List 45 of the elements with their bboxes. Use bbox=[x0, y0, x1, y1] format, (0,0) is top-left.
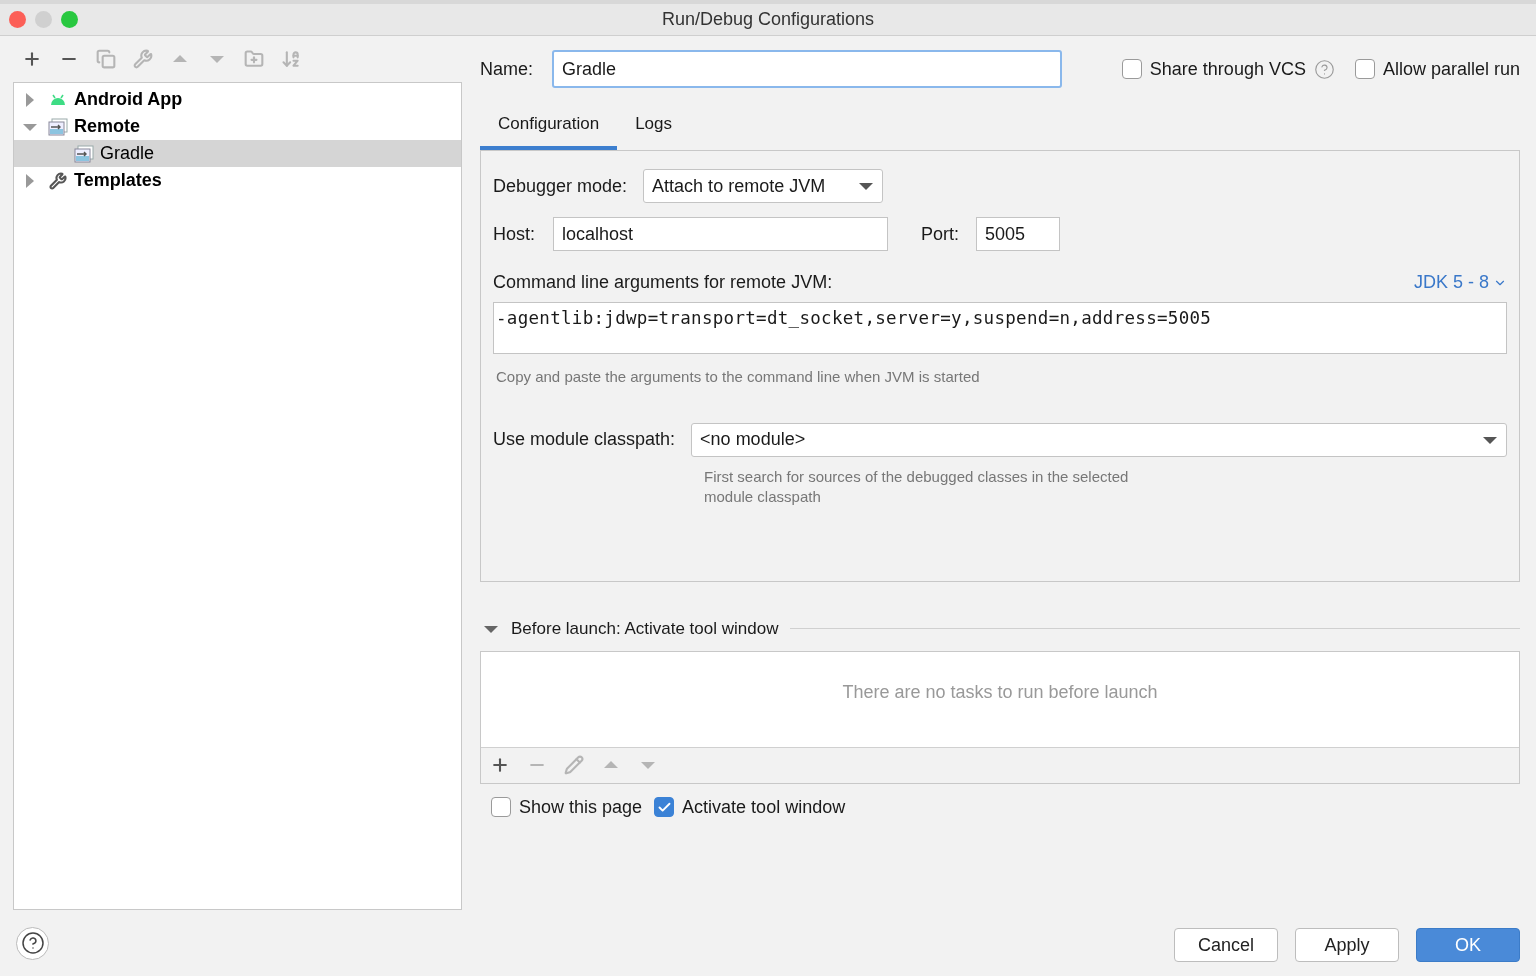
remote-config-icon bbox=[74, 144, 94, 163]
dialog-button[interactable]: Cancel bbox=[1174, 928, 1278, 962]
tab[interactable]: Logs bbox=[617, 102, 690, 150]
window-title: Run/Debug Configurations bbox=[661, 8, 875, 31]
remote-config-icon bbox=[48, 117, 68, 136]
help-icon bbox=[20, 931, 45, 955]
jdk-version-link[interactable]: JDK 5 - 8 bbox=[1413, 269, 1507, 296]
help-icon[interactable] bbox=[1313, 58, 1335, 80]
tab[interactable]: Configuration bbox=[480, 102, 618, 150]
checkbox[interactable] bbox=[654, 797, 675, 817]
debugger-mode-dropdown[interactable]: Attach to remote JVM bbox=[643, 169, 884, 203]
module-classpath-hint: First search for sources of the debugged classes in the selected module classpath bbox=[704, 466, 1130, 507]
module-classpath-dropdown[interactable]: <no module> bbox=[691, 422, 1507, 457]
host-label: Host: bbox=[493, 222, 536, 246]
tree-item[interactable]: Gradle bbox=[14, 140, 461, 167]
zoom-window-icon[interactable] bbox=[61, 11, 78, 28]
command-line-hint: Copy and paste the arguments to the command line when JVM is started bbox=[495, 367, 981, 387]
port-field[interactable]: 5005 bbox=[976, 217, 1060, 251]
name-field[interactable]: Gradle bbox=[552, 50, 1062, 88]
command-line-label: Command line arguments for remote JVM: bbox=[493, 271, 833, 294]
debugger-mode-label: Debugger mode: bbox=[493, 174, 628, 198]
module-classpath-label: Use module classpath: bbox=[493, 428, 676, 451]
checkbox[interactable] bbox=[491, 797, 511, 817]
checkbox[interactable] bbox=[1121, 59, 1142, 79]
name-label: Name: bbox=[480, 57, 534, 81]
minimize-window-icon[interactable] bbox=[35, 11, 52, 28]
port-label: Port: bbox=[921, 222, 960, 246]
tree-item[interactable]: Android App bbox=[14, 86, 461, 113]
dialog-button[interactable]: Apply bbox=[1295, 928, 1399, 962]
option-label: Show this page bbox=[519, 795, 643, 819]
tree-item[interactable]: Remote bbox=[14, 113, 461, 140]
checkbox[interactable] bbox=[1354, 59, 1375, 79]
option-label: Allow parallel run bbox=[1382, 57, 1520, 81]
command-line-field[interactable]: -agentlib:jdwp=transport=dt_socket,server=y,suspend=n,address=5005 bbox=[493, 302, 1507, 354]
empty-tasks-text: There are no tasks to run before launch bbox=[842, 680, 1158, 704]
help-button[interactable] bbox=[16, 926, 49, 960]
wrench-icon bbox=[49, 171, 67, 190]
tree-item[interactable]: Templates bbox=[14, 167, 461, 194]
host-field[interactable]: localhost bbox=[553, 217, 888, 251]
option-label: Activate tool window bbox=[682, 795, 846, 819]
ok-button[interactable]: OK bbox=[1416, 928, 1520, 962]
close-window-icon[interactable] bbox=[9, 11, 26, 28]
before-launch-title: Before launch: Activate tool window bbox=[511, 618, 779, 640]
option-label: Share through VCS bbox=[1149, 57, 1306, 81]
android-icon bbox=[49, 92, 67, 107]
